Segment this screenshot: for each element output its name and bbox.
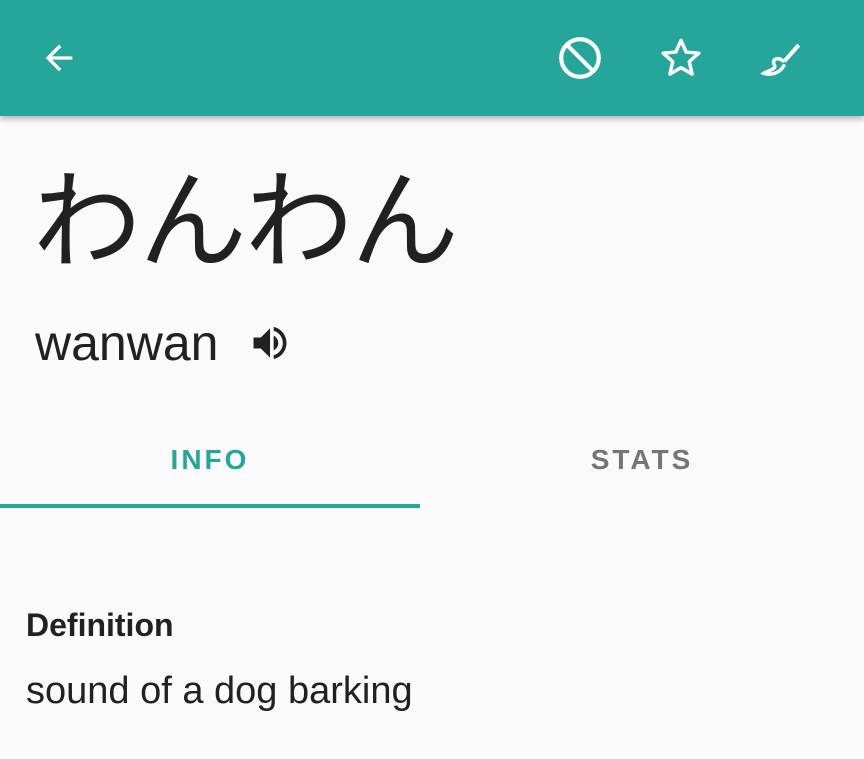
definition-text: sound of a dog barking: [26, 670, 413, 712]
app-toolbar: [0, 0, 864, 116]
tab-indicator: [0, 504, 420, 508]
edit-button[interactable]: [751, 28, 811, 88]
tab-bar: INFO STATS: [0, 412, 864, 508]
reading-row: wanwan: [35, 311, 292, 375]
tab-stats[interactable]: STATS: [432, 412, 852, 508]
block-icon: [559, 37, 601, 79]
back-button[interactable]: [29, 28, 89, 88]
star-outline-icon: [661, 38, 701, 76]
brush-icon: [760, 43, 801, 76]
play-audio-button[interactable]: [248, 321, 292, 365]
favorite-button[interactable]: [651, 28, 711, 88]
block-button[interactable]: [550, 28, 610, 88]
reading-text: wanwan: [35, 315, 219, 371]
arrow-back-icon: [45, 44, 73, 72]
definition-label: Definition: [26, 607, 174, 643]
word-text: わんわん: [33, 160, 459, 285]
volume-up-icon: [253, 326, 287, 360]
tab-info[interactable]: INFO: [0, 412, 420, 508]
